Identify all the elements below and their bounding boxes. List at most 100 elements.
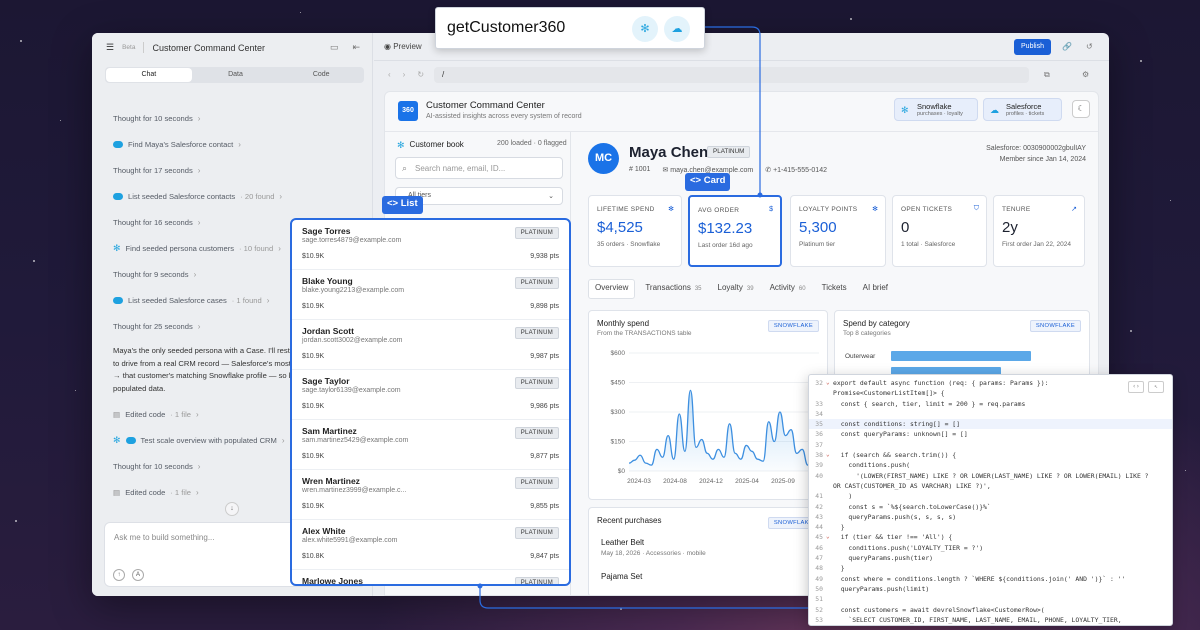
tab-data[interactable]: Data [193, 67, 279, 83]
code-line[interactable]: 36 const queryParams: unknown[] = [] [809, 429, 1172, 439]
customer-search-input[interactable]: ⌕ Search name, email, ID... [395, 157, 563, 179]
customer-list-item[interactable]: Sage Torres sage.torres4879@example.com PL… [292, 220, 569, 270]
code-line[interactable]: 51 [809, 594, 1172, 604]
y-tick-label: $300 [611, 409, 626, 416]
kpi-sub: Last order 16d ago [698, 242, 753, 249]
code-line[interactable]: 32 ⌄ export default async function (req: {… [809, 378, 1172, 388]
customer-list-item[interactable]: Wren Martinez wren.martinez3999@example.c… [292, 470, 569, 520]
code-line[interactable]: 46 conditions.push('LOYALTY_TIER = ?') [809, 543, 1172, 553]
code-line[interactable]: 53 `SELECT CUSTOMER_ID, FIRST_NAME, LAST… [809, 615, 1172, 625]
customer-phone: +1-415-555-0142 [773, 167, 827, 174]
attach-icon[interactable]: ↑ [113, 569, 125, 581]
detail-tab[interactable]: Tickets [816, 279, 853, 299]
feed-item[interactable]: Thought for 10 seconds › [113, 105, 358, 131]
detail-tab[interactable]: AI brief [857, 279, 894, 299]
y-tick-label: $450 [611, 380, 626, 387]
tier-badge: PLATINUM [514, 327, 559, 339]
code-text: queryParams.push(tier) [833, 554, 934, 563]
collapse-icon[interactable]: ⇤ [352, 42, 360, 53]
code-line[interactable]: 38 ⌄ if (search && search.trim()) { [809, 450, 1172, 460]
code-line[interactable]: 35 const conditions: string[] = [] [809, 419, 1172, 430]
code-line[interactable]: Promise<CustomerListItem[]> { [809, 388, 1172, 398]
code-line[interactable]: 37 [809, 440, 1172, 450]
forward-icon[interactable]: › [403, 70, 406, 79]
settings-icon[interactable]: ⚙ [1082, 70, 1089, 79]
customer-list-item[interactable]: Marlowe Jones PLATINUM [292, 570, 569, 584]
detail-tab[interactable]: Activity 60 [764, 279, 812, 299]
code-line[interactable]: 52 const customers = await devrelSnowfla… [809, 605, 1172, 615]
code-line[interactable]: 34 [809, 409, 1172, 419]
open-external-icon[interactable]: ⧉ [1044, 70, 1050, 80]
feed-item-label: List seeded Salesforce contacts [128, 191, 236, 201]
customer-list-item[interactable]: Sam Martinez sam.martinez5429@example.com… [292, 420, 569, 470]
customer-list-item[interactable]: Sage Taylor sage.taylor6139@example.com PL… [292, 370, 569, 420]
url-input[interactable]: / [434, 67, 1029, 83]
menu-icon[interactable]: ☰ [106, 42, 114, 53]
code-line[interactable]: 43 queryParams.push(s, s, s, s) [809, 512, 1172, 522]
feed-item-count: · 1 found [231, 295, 262, 305]
customer-list-item[interactable]: Alex White alex.white5991@example.com PLAT… [292, 520, 569, 570]
code-line[interactable]: 48 } [809, 563, 1172, 573]
line-number: 43 [815, 512, 823, 521]
detail-tab[interactable]: Loyalty 39 [712, 279, 760, 299]
code-line[interactable]: 33 const { search, tier, limit = 200 } =… [809, 399, 1172, 409]
line-number: 35 [815, 420, 823, 429]
feed-item[interactable]: Thought for 17 seconds › [113, 157, 358, 183]
feed-item[interactable]: Find Maya's Salesforce contact › [113, 131, 358, 157]
customer-value: $10.9K [302, 453, 325, 460]
tier-badge: PLATINUM [514, 477, 559, 489]
compose-input[interactable]: Ask me to build something... [114, 533, 215, 542]
model-icon[interactable]: A [132, 569, 144, 581]
line-number: 52 [815, 605, 823, 614]
cursor-icon[interactable]: ↖ [1148, 381, 1164, 393]
customer-list-item[interactable]: Jordan Scott jordan.scott3002@example.com… [292, 320, 569, 370]
detail-tab-label: Transactions [645, 283, 691, 292]
code-line[interactable]: 44 } [809, 522, 1172, 532]
shield-icon: ⛉ [973, 205, 979, 212]
chevron-right-icon: › [195, 487, 199, 497]
code-text: conditions.push('LOYALTY_TIER = ?') [833, 543, 984, 552]
code-line[interactable]: 45 ⌄ if (tier && tier !== 'All') { [809, 532, 1172, 542]
detail-tab[interactable]: Transactions 35 [639, 279, 707, 299]
code-line[interactable]: 42 const s = `%${search.toLowerCase()}%` [809, 502, 1172, 512]
code-line[interactable]: 47 queryParams.push(tier) [809, 553, 1172, 563]
code-text: const { search, tier, limit = 200 } = re… [833, 399, 1026, 408]
publish-button[interactable]: Publish [1014, 39, 1051, 55]
scroll-down-button[interactable]: ↓ [225, 502, 239, 516]
theme-toggle-icon[interactable]: ☾ [1072, 100, 1090, 118]
code-line[interactable]: 41 ) [809, 491, 1172, 501]
hash-icon: # [629, 166, 633, 173]
back-icon[interactable]: ‹ [388, 70, 391, 79]
feed-item-label: Thought for 10 seconds [113, 461, 193, 471]
code-line[interactable]: 49 const where = conditions.length ? `WH… [809, 574, 1172, 584]
detail-tab-label: Tickets [821, 283, 847, 292]
code-line[interactable]: 50 queryParams.push(limit) [809, 584, 1172, 594]
refresh-icon[interactable]: ↻ [417, 70, 424, 79]
feed-item[interactable]: List seeded Salesforce contacts · 20 foun… [113, 183, 358, 209]
snowflake-icon: ✻ [668, 206, 674, 213]
code-line[interactable]: 39 conditions.push( [809, 460, 1172, 470]
history-icon[interactable]: ↺ [1086, 42, 1093, 51]
chevron-right-icon: › [281, 435, 285, 445]
tier-badge: PLATINUM [514, 227, 559, 239]
code-line[interactable]: 40 '(LOWER(FIRST_NAME) LIKE ? OR LOWER(L… [809, 471, 1172, 481]
tab-chat[interactable]: Chat [106, 68, 192, 82]
salesforce-pill[interactable]: ☁ Salesforce profiles · tickets [983, 98, 1062, 121]
card-component-tag: <> Card [685, 173, 731, 191]
code-view-icon[interactable]: ‹› [1128, 381, 1144, 393]
code-line[interactable]: OR CAST(CUSTOMER_ID AS VARCHAR) LIKE ?)'… [809, 481, 1172, 491]
kpi-sub: 1 total · Salesforce [901, 241, 956, 248]
feed-item-label: Thought for 10 seconds [113, 113, 193, 123]
detail-tab[interactable]: Overview [588, 279, 636, 299]
kpi-card: OPEN TICKETS 0 1 total · Salesforce ⛉ [892, 195, 987, 267]
line-number: 34 [815, 409, 823, 418]
link-icon[interactable]: 🔗 [1062, 42, 1072, 51]
kpi-sub: First order Jan 22, 2024 [1002, 241, 1072, 248]
snowflake-pill[interactable]: ✻ Snowflake purchases · loyalty [894, 98, 978, 121]
chevron-right-icon: › [195, 409, 199, 419]
comment-icon[interactable]: ▭ [330, 42, 339, 53]
customer-list-item[interactable]: Blake Young blake.young2213@example.com PL… [292, 270, 569, 320]
tab-code[interactable]: Code [278, 67, 364, 83]
line-number: 32 [815, 379, 823, 387]
customer-points: 9,855 pts [530, 503, 559, 510]
